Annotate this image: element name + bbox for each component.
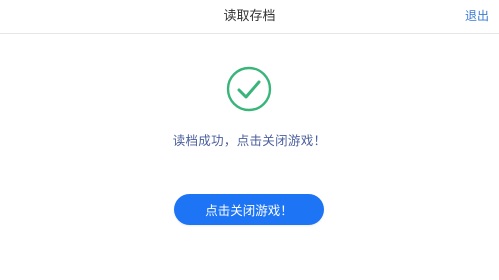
header-bar: 读取存档 退出: [0, 0, 499, 34]
exit-button[interactable]: 退出: [465, 0, 489, 33]
success-message: 读档成功，点击关闭游戏！: [172, 133, 327, 148]
check-circle-ring: [226, 66, 272, 112]
close-game-button-label: 点击关闭游戏！: [205, 203, 293, 218]
close-game-button[interactable]: 点击关闭游戏！: [174, 194, 324, 225]
load-save-screen: 读取存档 退出 读档成功，点击关闭游戏！ 点击关闭游戏！: [0, 0, 499, 280]
check-mark: [237, 80, 261, 99]
page-title: 读取存档: [223, 9, 276, 24]
check-circle-icon: [226, 66, 272, 112]
